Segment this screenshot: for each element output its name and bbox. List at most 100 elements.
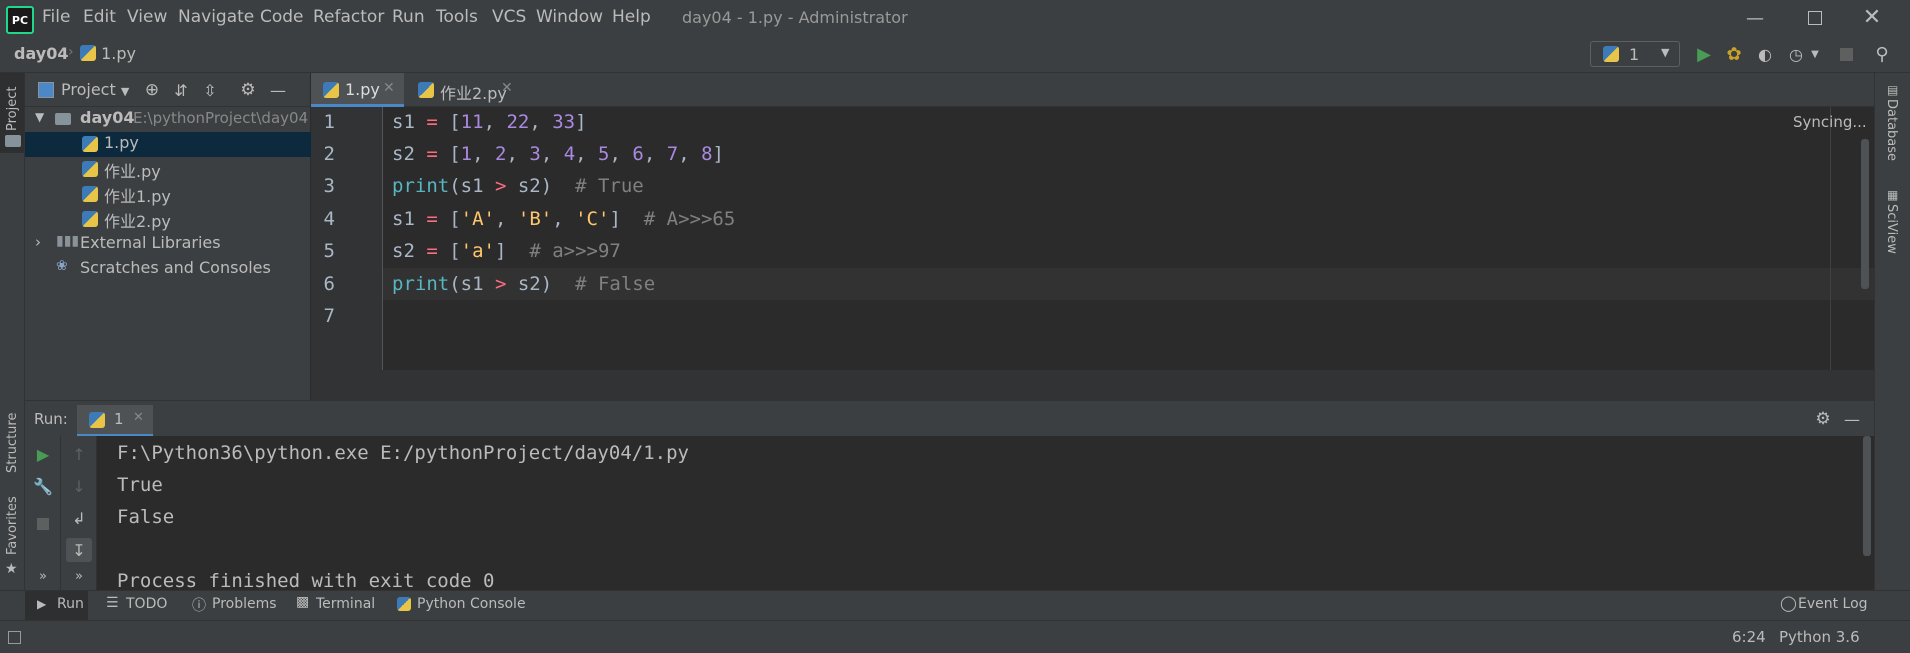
code-line: print(s1 > s2) # True [392, 175, 644, 197]
tool-tab-terminal[interactable]: ▩ Terminal [296, 591, 381, 620]
menu-view[interactable]: View [127, 7, 167, 27]
tab-zuoye2-py[interactable]: 作业2.py ✕ [406, 73, 521, 107]
hide-icon[interactable]: — [268, 80, 288, 100]
tree-item-file[interactable]: 1.py [25, 132, 311, 157]
line-number: 5 [323, 240, 335, 262]
bottom-tool-tabs: ▶ Run ☰ TODO ⓘ Problems ▩ Terminal Pytho… [0, 590, 1910, 620]
line-number: 2 [323, 143, 335, 165]
python-file-icon [89, 412, 105, 428]
coverage-icon[interactable]: ◐ [1753, 42, 1777, 66]
stop-icon[interactable] [33, 514, 53, 534]
expand-all-icon[interactable]: ⇵ [171, 80, 191, 100]
stop-icon[interactable] [1836, 44, 1856, 64]
left-tool-strip: Project Structure Favorites ★ [0, 73, 25, 590]
menu-edit[interactable]: Edit [83, 7, 116, 27]
tree-item-scratches[interactable]: ❀ Scratches and Consoles [25, 257, 311, 282]
menu-file[interactable]: File [42, 7, 70, 27]
line-number: 6 [323, 273, 335, 295]
menu-navigate[interactable]: Navigate [178, 7, 254, 27]
run-config-select[interactable]: 1 ▼ [1590, 41, 1680, 67]
tool-windows-icon[interactable] [6, 629, 22, 645]
tree-item-file[interactable]: 作业1.py [25, 182, 311, 207]
run-label: Run: [34, 410, 68, 428]
wrench-icon[interactable]: 🔧 [33, 476, 53, 496]
run-console[interactable]: F:\Python36\python.exe E:/pythonProject/… [97, 436, 1874, 592]
profile-dropdown-icon[interactable]: ▼ [1808, 44, 1822, 64]
console-line: F:\Python36\python.exe E:/pythonProject/… [117, 442, 689, 464]
rerun-icon[interactable]: ▶ [33, 444, 53, 464]
event-log-button[interactable]: ◯ Event Log [1780, 591, 1890, 620]
console-scrollbar[interactable] [1863, 436, 1871, 556]
menu-refactor[interactable]: Refactor [313, 7, 384, 27]
sciview-tool-button[interactable]: ▦ SciView [1875, 188, 1910, 288]
project-view-icon [37, 81, 55, 99]
more-actions-icon[interactable]: » [69, 566, 89, 586]
console-line: True [117, 474, 163, 496]
project-view-select[interactable]: Project ▼ [61, 80, 129, 99]
caret-position[interactable]: 6:24 [1732, 628, 1766, 646]
status-bar: 6:24 Python 3.6 [0, 620, 1910, 653]
more-actions-icon[interactable]: » [33, 566, 53, 586]
code-line: s2 = ['a'] # a>>>97 [392, 240, 621, 262]
tree-item-external-libraries[interactable]: › ▮▮▮ External Libraries [25, 232, 311, 257]
breadcrumb-project[interactable]: day04 [14, 44, 68, 63]
menu-run[interactable]: Run [392, 7, 425, 27]
hide-icon[interactable]: — [1842, 409, 1862, 429]
close-tab-icon[interactable]: ✕ [383, 80, 395, 96]
menu-window[interactable]: Window [536, 7, 603, 27]
chevron-down-icon: ▼ [35, 110, 45, 124]
run-panel-header: Run: 1 ✕ ⚙ — [25, 400, 1874, 437]
menu-help[interactable]: Help [612, 7, 651, 27]
tree-item-file[interactable]: 作业.py [25, 157, 311, 182]
interpreter-status[interactable]: Python 3.6 [1779, 628, 1860, 646]
window-title: day04 - 1.py - Administrator [682, 8, 908, 27]
tree-item-file[interactable]: 作业2.py [25, 207, 311, 232]
close-tab-icon[interactable]: ✕ [501, 80, 513, 96]
run-toolbar-primary: ▶ 🔧 » [25, 436, 61, 590]
menu-tools[interactable]: Tools [436, 7, 478, 27]
gear-icon[interactable]: ⚙ [238, 80, 258, 100]
tab-1-py[interactable]: 1.py ✕ [311, 73, 404, 107]
event-log-icon: ◯ [1780, 594, 1797, 612]
tool-tab-todo[interactable]: ☰ TODO [104, 591, 174, 620]
breadcrumb-file[interactable]: 1.py [80, 44, 136, 63]
soft-wrap-icon[interactable]: ↲ [69, 508, 89, 528]
folder-icon [5, 135, 21, 147]
tool-tab-python-console[interactable]: Python Console [397, 591, 527, 620]
close-icon[interactable]: ✕ [1857, 4, 1887, 30]
locate-icon[interactable]: ⊕ [142, 80, 162, 100]
code-editor[interactable]: Syncing... s1 = [11, 22, 33] s2 = [1, 2,… [383, 107, 1874, 370]
line-number-gutter: 1 2 3 4 5 6 7 [311, 107, 383, 370]
editor-scrollbar[interactable] [1861, 139, 1869, 289]
tool-tab-problems[interactable]: ⓘ Problems [190, 591, 277, 620]
run-icon[interactable]: ▶ [1692, 42, 1716, 66]
line-number: 4 [323, 208, 335, 230]
chevron-right-icon: › [35, 233, 41, 251]
gear-icon[interactable]: ⚙ [1813, 409, 1833, 429]
python-file-icon [323, 82, 339, 98]
maximize-icon[interactable] [1800, 6, 1830, 30]
run-tab-1[interactable]: 1 ✕ [77, 405, 153, 437]
info-icon: ⓘ [192, 598, 206, 614]
close-tab-icon[interactable]: ✕ [133, 410, 144, 425]
search-icon[interactable]: ⚲ [1870, 42, 1894, 66]
arrow-down-icon[interactable]: ↓ [69, 476, 89, 496]
scroll-to-end-icon[interactable]: ↧ [66, 538, 92, 562]
sciview-icon: ▦ [1887, 188, 1899, 202]
profile-icon[interactable]: ◷ [1784, 42, 1808, 66]
database-tool-button[interactable]: ▤ Database [1875, 83, 1910, 183]
scratches-icon: ❀ [56, 258, 68, 274]
structure-tool-button[interactable]: Structure [0, 393, 24, 483]
project-tool-button[interactable]: Project [0, 73, 24, 153]
title-bar: PC File Edit View Navigate Code Refactor… [0, 0, 1910, 36]
minimize-icon[interactable]: — [1740, 6, 1770, 30]
menu-code[interactable]: Code [260, 7, 304, 27]
favorites-tool-button[interactable]: Favorites ★ [0, 493, 24, 583]
debug-icon[interactable]: ✿ [1722, 42, 1746, 66]
collapse-all-icon[interactable]: ⇳ [200, 80, 220, 100]
arrow-up-icon[interactable]: ↑ [69, 444, 89, 464]
menu-vcs[interactable]: VCS [492, 7, 526, 27]
console-line: Process finished with exit code 0 [117, 570, 495, 592]
tree-item-root[interactable]: ▼ day04 E:\pythonProject\day04 [25, 107, 311, 132]
tool-tab-run[interactable]: ▶ Run [25, 591, 88, 620]
